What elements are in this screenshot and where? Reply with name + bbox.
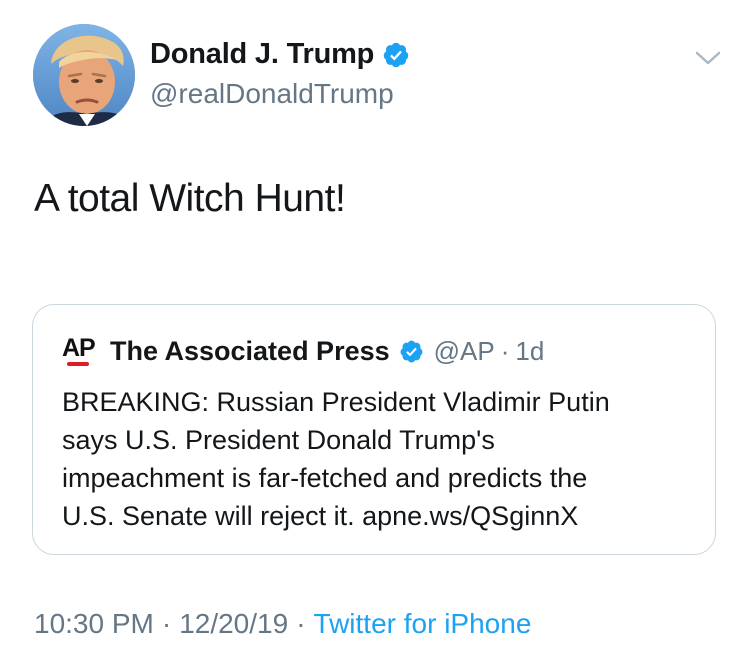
- author-avatar[interactable]: [33, 24, 135, 126]
- quoted-text-line: impeachment is far-fetched and predicts …: [62, 463, 588, 493]
- author-handle[interactable]: @realDonaldTrump: [150, 78, 394, 110]
- ap-logo: AP: [62, 334, 98, 368]
- author-display-name[interactable]: Donald J. Trump: [150, 38, 374, 71]
- tweet-card: Donald J. Trump @realDonaldTrump A total…: [0, 0, 750, 671]
- quoted-tweet-text: BREAKING: Russian President Vladimir Put…: [62, 383, 702, 535]
- verified-badge-icon: [399, 339, 424, 364]
- separator-dot: ·: [296, 608, 306, 639]
- author-name-row[interactable]: Donald J. Trump: [150, 38, 410, 71]
- quoted-timestamp: 1d: [515, 335, 545, 366]
- avatar-image: [33, 24, 135, 126]
- chevron-down-icon[interactable]: [693, 47, 723, 69]
- separator-dot: ·: [161, 608, 172, 639]
- tweet-meta: 10:30 PM · 12/20/19 · Twitter for iPhone: [34, 608, 531, 640]
- quoted-text-line: BREAKING: Russian President Vladimir Put…: [62, 387, 610, 417]
- separator-dot: ·: [500, 335, 510, 366]
- quoted-tweet-header: AP The Associated Press @AP · 1d: [62, 334, 544, 368]
- quoted-tweet-card[interactable]: AP The Associated Press @AP · 1d BREAKIN…: [32, 304, 716, 555]
- tweet-text: A total Witch Hunt!: [34, 177, 346, 220]
- verified-badge-icon: [382, 41, 410, 69]
- quoted-handle: @AP: [433, 335, 495, 366]
- quoted-text-line: says U.S. President Donald Trump's: [62, 425, 495, 455]
- quoted-display-name: The Associated Press: [110, 335, 390, 366]
- tweet-date[interactable]: 12/20/19: [179, 608, 288, 639]
- tweet-source-link[interactable]: Twitter for iPhone: [314, 608, 532, 639]
- quoted-text-line: U.S. Senate will reject it. apne.ws/QSgi…: [62, 501, 579, 531]
- tweet-time[interactable]: 10:30 PM: [34, 608, 154, 639]
